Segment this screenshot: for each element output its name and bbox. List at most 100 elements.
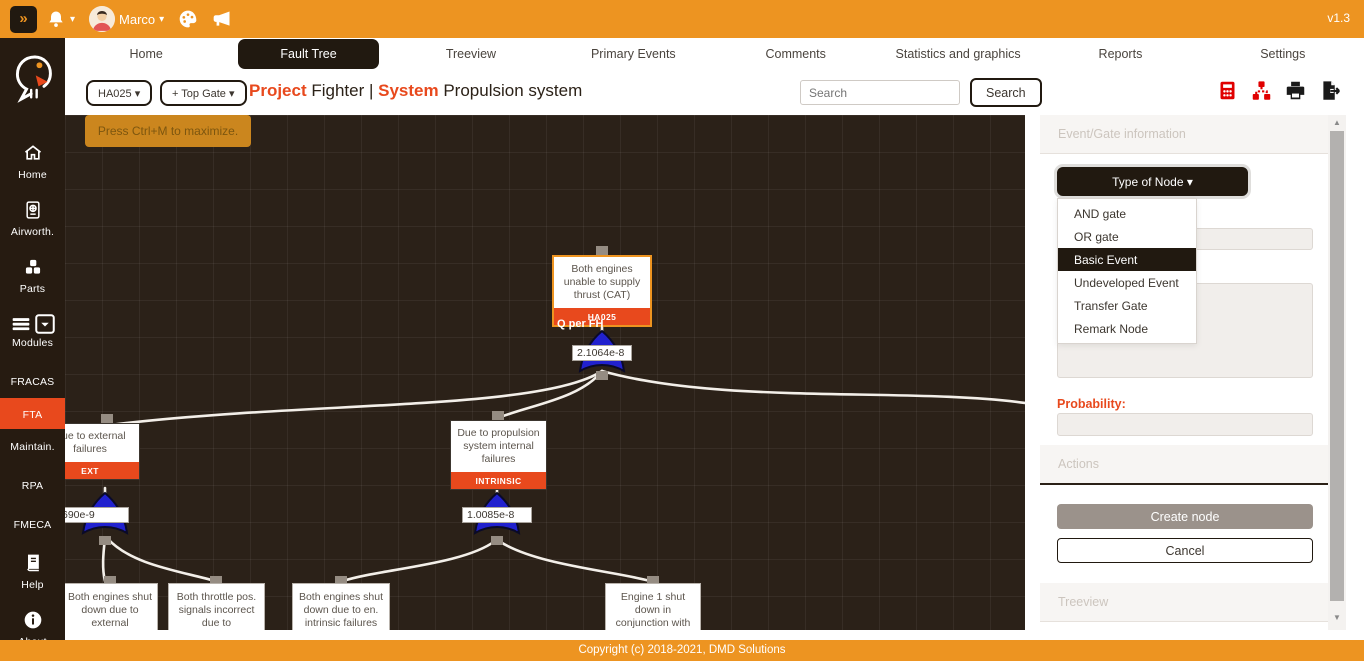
- probability-field[interactable]: [1057, 413, 1313, 436]
- module-tab-bar: Home Fault Tree Treeview Primary Events …: [65, 38, 1364, 69]
- menu-item-undeveloped-event[interactable]: Undeveloped Event: [1058, 271, 1196, 294]
- theme-button[interactable]: [178, 9, 198, 29]
- sidebar: Home Airworth. Parts Modules FRACAS FTA …: [0, 38, 65, 640]
- sidebar-item-fta[interactable]: FTA: [0, 398, 65, 429]
- tab-treeview[interactable]: Treeview: [390, 47, 552, 61]
- panel-header-event-gate-info: Event/Gate information: [1040, 115, 1330, 154]
- sidebar-item-rpa[interactable]: RPA: [0, 463, 65, 502]
- bell-icon: [46, 9, 66, 29]
- avatar: [89, 6, 115, 32]
- fault-tree-toolbar: HA025 ▾ + Top Gate ▾ Project Fighter | S…: [65, 69, 1364, 115]
- node-handle[interactable]: [101, 414, 113, 423]
- print-icon[interactable]: [1285, 80, 1306, 101]
- node-description: Due to propulsion system internal failur…: [451, 421, 546, 472]
- sidebar-item-label: Airworth.: [2, 226, 63, 238]
- sidebar-item-label: Parts: [2, 283, 63, 295]
- footer: Copyright (c) 2018-2021, DMD Solutions: [0, 640, 1364, 661]
- sidebar-item-label: Help: [2, 579, 63, 591]
- maximize-tooltip: Press Ctrl+M to maximize.: [85, 115, 251, 147]
- leaf-node[interactable]: Both engines shut down due to en. intrin…: [292, 583, 390, 630]
- sidebar-item-help[interactable]: Help: [0, 541, 65, 601]
- menu-bars-icon: [11, 314, 31, 334]
- megaphone-icon: [212, 9, 232, 29]
- scroll-down-icon[interactable]: ▼: [1328, 613, 1346, 622]
- search-button[interactable]: Search: [970, 78, 1042, 107]
- info-icon: [23, 610, 43, 630]
- sidebar-item-label: FTA: [2, 409, 63, 421]
- tab-home[interactable]: Home: [65, 47, 227, 61]
- sidebar-item-label: Maintain.: [2, 441, 63, 453]
- panel-scrollbar[interactable]: ▲ ▼: [1328, 115, 1346, 630]
- notifications-menu[interactable]: ▾: [46, 9, 75, 29]
- sidebar-item-maintain[interactable]: Maintain.: [0, 429, 65, 463]
- copyright-text: Copyright (c) 2018-2021, DMD Solutions: [578, 644, 785, 656]
- export-icon[interactable]: [1319, 80, 1340, 101]
- external-failures-node[interactable]: Due to external failures EXT: [65, 423, 140, 480]
- leaf-node[interactable]: Both throttle pos. signals incorrect due…: [168, 583, 265, 630]
- menu-item-and-gate[interactable]: AND gate: [1058, 202, 1196, 225]
- node-handle[interactable]: [492, 411, 504, 420]
- home-icon: [23, 143, 43, 163]
- cubes-icon: [23, 257, 43, 277]
- top-bar: » ▾ Marco ▾ v1.3: [0, 0, 1364, 38]
- sidebar-item-parts[interactable]: Parts: [0, 248, 65, 305]
- add-top-gate-dropdown[interactable]: + Top Gate ▾: [160, 80, 247, 106]
- calculator-icon[interactable]: [1217, 80, 1238, 101]
- user-name: Marco: [119, 12, 155, 27]
- scroll-up-icon[interactable]: ▲: [1328, 118, 1346, 127]
- menu-item-or-gate[interactable]: OR gate: [1058, 225, 1196, 248]
- search-input[interactable]: [800, 80, 960, 105]
- tab-primary-events[interactable]: Primary Events: [552, 47, 714, 61]
- sidebar-item-label: FMECA: [2, 519, 63, 531]
- sidebar-expand-button[interactable]: »: [10, 6, 37, 33]
- leaf-node[interactable]: Engine 1 shut down in conjunction with: [605, 583, 701, 630]
- tab-settings[interactable]: Settings: [1202, 47, 1364, 61]
- user-menu[interactable]: Marco ▾: [89, 6, 164, 32]
- passport-icon: [23, 200, 43, 220]
- probability-badge: 1.0085e-8: [462, 507, 532, 523]
- sidebar-item-label: Home: [2, 169, 63, 181]
- sidebar-item-home[interactable]: Home: [0, 134, 65, 191]
- tab-reports[interactable]: Reports: [1039, 47, 1201, 61]
- menu-item-transfer-gate[interactable]: Transfer Gate: [1058, 294, 1196, 317]
- fault-tree-canvas[interactable]: Press Ctrl+M to maximize. Both engines u…: [65, 115, 1025, 630]
- node-description: Both engines shut down due to external: [65, 584, 157, 630]
- node-description: Both engines shut down due to en. intrin…: [293, 584, 389, 630]
- node-description: Both engines unable to supply thrust (CA…: [554, 257, 650, 308]
- node-description: Engine 1 shut down in conjunction with: [606, 584, 700, 630]
- announcements-button[interactable]: [212, 9, 232, 29]
- intrinsic-failures-node[interactable]: Due to propulsion system internal failur…: [450, 420, 547, 490]
- chevron-down-icon: ▾: [1187, 175, 1193, 189]
- probability-label: Probability:: [1057, 397, 1126, 411]
- top-gate-node[interactable]: Both engines unable to supply thrust (CA…: [552, 255, 652, 327]
- sidebar-item-fracas[interactable]: FRACAS: [0, 359, 65, 398]
- tab-fault-tree[interactable]: Fault Tree: [227, 47, 389, 61]
- panel-header-actions: Actions: [1040, 445, 1330, 485]
- node-handle[interactable]: [491, 536, 503, 545]
- scrollbar-thumb[interactable]: [1330, 131, 1344, 601]
- create-node-button[interactable]: Create node: [1057, 504, 1313, 529]
- node-handle[interactable]: [596, 246, 608, 255]
- cancel-button[interactable]: Cancel: [1057, 538, 1313, 563]
- chevron-down-icon: ▾: [135, 88, 141, 100]
- leaf-node[interactable]: Both engines shut down due to external: [65, 583, 158, 630]
- sidebar-item-modules[interactable]: Modules: [0, 305, 65, 359]
- sidebar-item-fmeca[interactable]: FMECA: [0, 502, 65, 541]
- diagram-icon[interactable]: [1251, 80, 1272, 101]
- node-description: Due to external failures: [65, 424, 139, 462]
- node-handle[interactable]: [99, 536, 111, 545]
- tab-comments[interactable]: Comments: [715, 47, 877, 61]
- node-handle[interactable]: [596, 371, 608, 380]
- book-icon: [23, 553, 43, 573]
- event-gate-panel: Event/Gate information Type of Node ▾ AN…: [1040, 115, 1364, 630]
- node-tag: EXT: [65, 462, 139, 479]
- page-title: Project Fighter | System Propulsion syst…: [249, 81, 582, 101]
- menu-item-basic-event[interactable]: Basic Event: [1058, 248, 1196, 271]
- type-of-node-dropdown[interactable]: Type of Node ▾: [1057, 167, 1248, 196]
- node-tag: INTRINSIC: [451, 472, 546, 489]
- app-logo: [11, 52, 55, 106]
- sidebar-item-airworthiness[interactable]: Airworth.: [0, 191, 65, 248]
- tree-select-dropdown[interactable]: HA025 ▾: [86, 80, 152, 106]
- menu-item-remark-node[interactable]: Remark Node: [1058, 317, 1196, 340]
- tab-statistics[interactable]: Statistics and graphics: [877, 47, 1039, 61]
